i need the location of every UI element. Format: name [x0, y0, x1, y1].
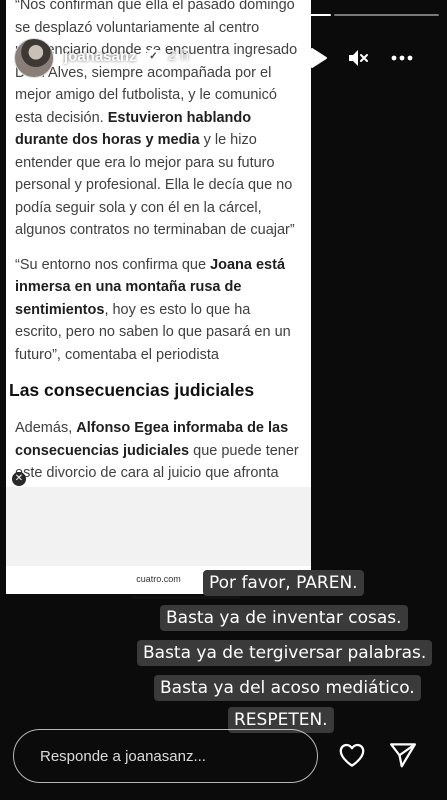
home-indicator [132, 596, 240, 599]
progress-segment [116, 14, 222, 16]
send-icon[interactable] [388, 740, 418, 770]
reply-input[interactable] [40, 744, 300, 768]
article-paragraph-top: “Nos confirman que ella el pasado doming… [6, 0, 311, 242]
overlay-line: Basta ya de tergiversar palabras. [137, 640, 433, 666]
verified-badge-icon: ✓ [146, 49, 161, 64]
progress-segment [333, 14, 439, 16]
heart-icon[interactable] [337, 740, 367, 770]
article-text: “Su entorno nos confirma que [15, 256, 207, 273]
progress-segment [8, 14, 114, 16]
mute-icon[interactable] [346, 46, 370, 70]
article-text: Además, [15, 420, 73, 436]
overlay-line: Basta ya de inventar cosas. [160, 605, 408, 631]
story-viewer: “Nos confirman que ella el pasado doming… [0, 0, 447, 800]
article-screenshot: “Nos confirman que ella el pasado doming… [6, 0, 311, 568]
story-progress [8, 14, 439, 17]
reply-box[interactable] [13, 729, 318, 783]
close-icon[interactable]: ✕ [12, 472, 26, 486]
more-icon[interactable] [390, 46, 414, 70]
username[interactable]: joanasanz [64, 48, 137, 65]
ad-banner [6, 487, 311, 568]
progress-segment [225, 14, 331, 16]
article-quote: “Su entorno nos confirma que Joana está … [6, 254, 311, 367]
article-heading: Las consecuencias judiciales [9, 380, 255, 400]
play-icon[interactable] [306, 46, 330, 70]
post-time: 2 h [168, 47, 189, 64]
avatar[interactable] [14, 38, 54, 78]
overlay-line: Por favor, PAREN. [203, 570, 364, 596]
overlay-line: Basta ya del acoso mediático. [154, 675, 421, 701]
